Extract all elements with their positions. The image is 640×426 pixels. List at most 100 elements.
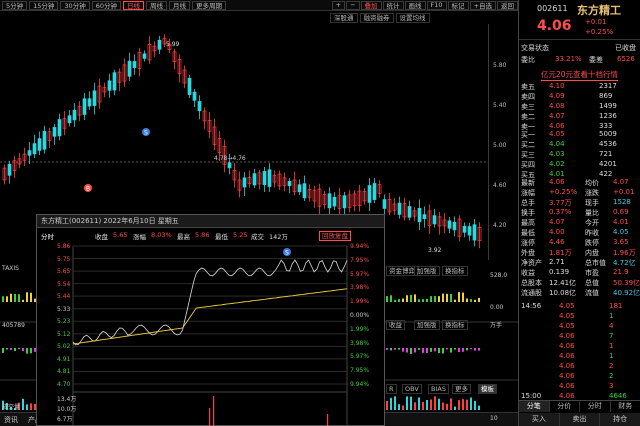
tick-row: 4.06 1 [519,352,640,362]
stat-row: 最高 4.07 今开 4.01 [519,218,640,228]
candle-body [7,163,12,176]
candle-body [397,202,402,215]
ma-settings-button[interactable]: 设置均线 [395,13,430,23]
indicator-bar [394,299,396,302]
stat-value: 4.07 [549,218,565,226]
volume-bar [26,404,28,410]
tick-row: 4.05 4 [519,322,640,332]
tab-ticks[interactable]: 分笔 [519,401,550,412]
tick-price: 4.06 [559,392,575,400]
toolbar-tool-button[interactable]: +自选 [469,0,496,10]
vol-value: 142万 [269,233,288,241]
buy-button[interactable]: 买入 [519,413,560,426]
stat-value: +0.01 [613,188,635,196]
stat-label: 市盈 [585,269,599,277]
toolbar-tool-button[interactable]: + [331,0,346,10]
toolbar-tool-button[interactable]: 标记 [447,0,469,10]
bid-volume: 4201 [599,160,617,168]
axis-tick: 4.81 [57,368,71,376]
stat-value: 4.01 [613,218,629,226]
bottom-tab[interactable]: R [386,384,397,394]
bid-volume: 422 [599,170,613,178]
indicator-bar [2,296,4,302]
bottom-tab[interactable]: OBV [402,384,422,394]
tick-volume: 2 [609,372,614,380]
bid-volume: 721 [599,150,613,158]
stat-row: 最新 4.06 均价 4.07 [519,178,640,188]
toolbar-tool-button[interactable]: − [346,0,360,10]
toolbar-tool-button[interactable]: 画线 [404,0,426,10]
indicator-tab[interactable]: 收益 [386,320,405,330]
toolbar-tool-button[interactable]: 叠加 [360,0,382,10]
indicator-bar [454,299,456,302]
bid-row: 买四 4.02 4201 [519,160,640,170]
indicator-bar [442,293,444,302]
indicator-tab[interactable]: 加强版 [414,320,440,330]
indicator-bar [446,293,448,302]
period-button[interactable]: 周线 [145,0,167,10]
candle-body [197,101,202,112]
stat-value: 1.96万 [613,249,636,257]
volume-bar [470,397,472,410]
stat-label: 总手 [521,199,535,207]
intraday-popup[interactable]: 东方精工(002611) 2022年6月10日 星期五 分时 收盘 5.65 涨… [36,214,385,426]
stat-value: 4.72亿 [613,259,636,267]
volume-label: 成交量 [2,404,21,411]
weibi-value: 33.21% [555,55,582,63]
candle-body [157,39,162,50]
weibi-label: 委比 [521,56,535,64]
axis-tick: 5.80 [493,62,507,69]
replay-button[interactable]: 回放复盘 [319,231,351,241]
period-button[interactable]: 日线 [122,0,144,10]
candle-body [37,138,42,151]
ad-banner[interactable]: 亿元20元查看十档行情 [541,69,619,81]
indicator-bar [406,295,408,302]
axis-tick: 4.91 [57,355,71,363]
volume-bar [462,399,464,410]
period-button[interactable]: 15分钟 [29,0,59,10]
indicator-bar [462,292,464,302]
indicator-bar [398,299,400,302]
candle-body [192,91,197,101]
volume-bar [327,414,329,426]
bid-price: 4.05 [549,130,565,138]
bottom-tab[interactable]: BIAS [428,384,449,394]
period-button[interactable]: 月线 [168,0,190,10]
axis-tick: 5.00 [493,142,507,149]
period-button[interactable]: 60分钟 [91,0,121,10]
indicator-tab[interactable]: 换指标 [442,320,468,330]
sell-button[interactable]: 卖出 [559,413,601,426]
stat-row: 流通股 10.08亿 流值 40.92亿 [519,288,640,298]
period-button[interactable]: 30分钟 [60,0,90,10]
pct-value: 8.03% [151,231,172,239]
indicator-tab[interactable]: 换指标 [442,266,468,276]
bottom-tab[interactable]: 更多 [452,384,471,394]
template-tab[interactable]: 模板 [478,384,497,394]
close-label: 收盘 [95,233,108,241]
tab-finance[interactable]: 财务 [611,401,640,412]
toolbar-tool-button[interactable]: 统计 [382,0,404,10]
period-button[interactable]: 更多周期 [191,0,226,10]
news-tab[interactable]: 资讯 [4,415,18,425]
tab-timeshare[interactable]: 分时 [580,401,611,412]
margin-trading-button[interactable]: 融资融券 [359,13,394,23]
kline-price-axis: 5.80 5.40 5.00 4.60 4.20 [488,24,518,260]
stat-row: 涨幅 +0.25% 涨跌 +0.01 [519,188,640,198]
hk-connect-button[interactable]: 深股通 [330,13,358,23]
indicator-bar [426,348,428,353]
toolbar-tool-button[interactable]: F10 [426,0,447,10]
price-line [72,259,348,346]
position-button[interactable]: 持仓 [600,413,640,426]
indicator-bar [18,348,20,350]
tab-price-dist[interactable]: 分价 [550,401,580,412]
stat-label: 最高 [521,219,535,227]
indicator-tab[interactable]: 加强版 [414,266,440,276]
indicator-bar [394,348,396,350]
stock-code: 002611 [537,4,568,13]
tick-volume: 3 [609,382,614,390]
tick-price: 4.06 [559,332,575,340]
indicator-bar [26,292,28,302]
indicator-bar [386,348,388,350]
period-button[interactable]: 5分钟 [2,0,28,10]
toolbar-tool-button[interactable]: 返回 [497,0,518,10]
